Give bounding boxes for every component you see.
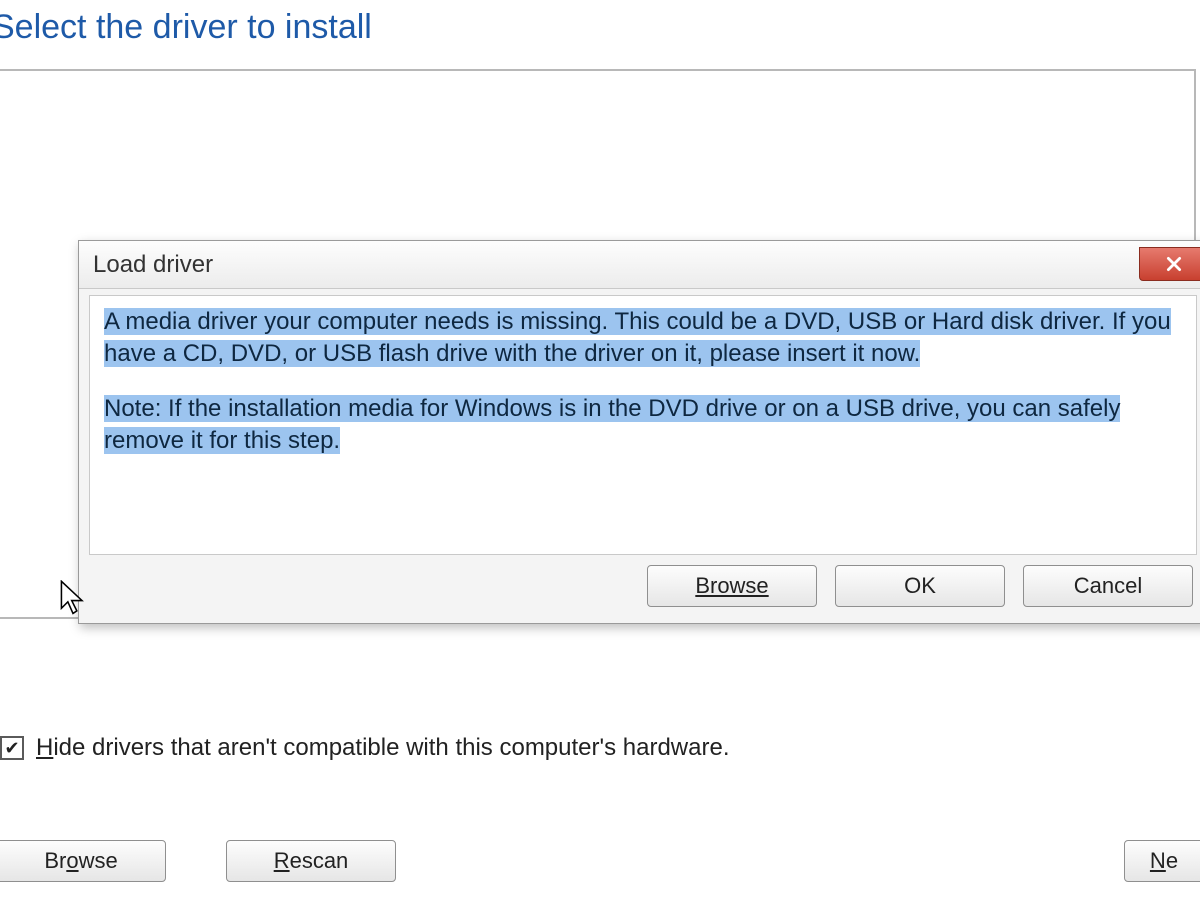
hide-incompatible-row[interactable]: Hide drivers that aren't compatible with… bbox=[0, 734, 729, 762]
dialog-message-1: A media driver your computer needs is mi… bbox=[104, 308, 1171, 367]
rescan-button[interactable]: Rescan bbox=[226, 840, 396, 882]
dialog-titlebar[interactable]: Load driver bbox=[79, 241, 1200, 289]
page-title: Select the driver to install bbox=[0, 0, 1200, 69]
dialog-message-2: Note: If the installation media for Wind… bbox=[104, 395, 1120, 454]
load-driver-dialog: Load driver A media driver your computer… bbox=[78, 240, 1200, 624]
dialog-button-row: Browse OK Cancel bbox=[79, 565, 1200, 623]
dialog-cancel-button[interactable]: Cancel bbox=[1023, 565, 1193, 607]
dialog-browse-button[interactable]: Browse bbox=[647, 565, 817, 607]
next-button[interactable]: Ne bbox=[1124, 840, 1200, 882]
close-button[interactable] bbox=[1139, 247, 1200, 281]
dialog-ok-button[interactable]: OK bbox=[835, 565, 1005, 607]
dialog-title: Load driver bbox=[93, 251, 213, 279]
browse-button[interactable]: Browse bbox=[0, 840, 166, 882]
hide-incompatible-label: Hide drivers that aren't compatible with… bbox=[36, 734, 729, 762]
dialog-body: A media driver your computer needs is mi… bbox=[89, 295, 1197, 555]
bottom-button-row: Browse Rescan Ne bbox=[0, 840, 1200, 882]
hide-incompatible-checkbox[interactable] bbox=[0, 736, 24, 760]
close-icon bbox=[1165, 255, 1183, 273]
